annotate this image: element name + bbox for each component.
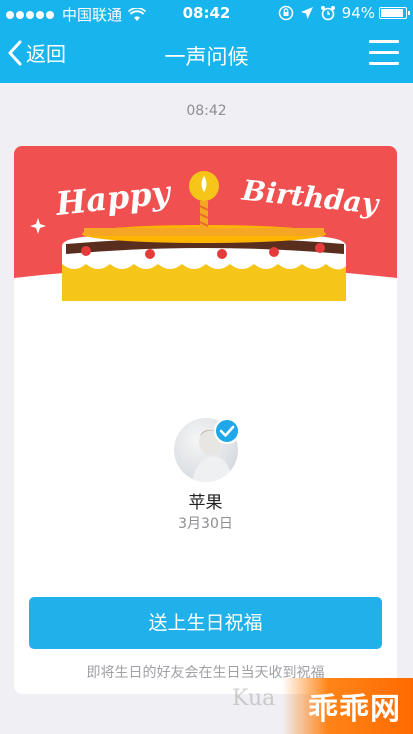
menu-icon[interactable] [369,40,399,66]
watermark-logo-text: 乖乖网 [308,692,401,727]
battery-icon [379,7,410,19]
verified-icon [214,418,240,444]
watermark-text: Kua [232,686,276,711]
watermark-logo: 乖乖网 [282,678,413,734]
alarm-icon [320,6,335,21]
friend-name: 苹果 [188,493,223,513]
nav-bar: 返回 一声问候 [0,28,413,80]
birthday-date: 3月30日 [178,516,233,532]
lock-rotation-icon [278,5,293,21]
birthday-card: Happy Birthday 苹果 3月30日 送上生日祝福 即将生日的好友会在… [14,146,397,694]
battery-percent: 94% [341,4,375,22]
status-bar: 中国联通 08:42 94% [0,0,413,26]
message-timestamp: 08:42 [186,103,227,119]
birthday-banner: Happy Birthday [14,146,397,301]
header: 中国联通 08:42 94% 返回 一声问候 [0,0,413,83]
location-icon [300,7,313,19]
send-wishes-button[interactable]: 送上生日祝福 [29,597,382,649]
page-title: 一声问候 [164,45,249,69]
friend-avatar-wrap[interactable] [174,418,240,482]
